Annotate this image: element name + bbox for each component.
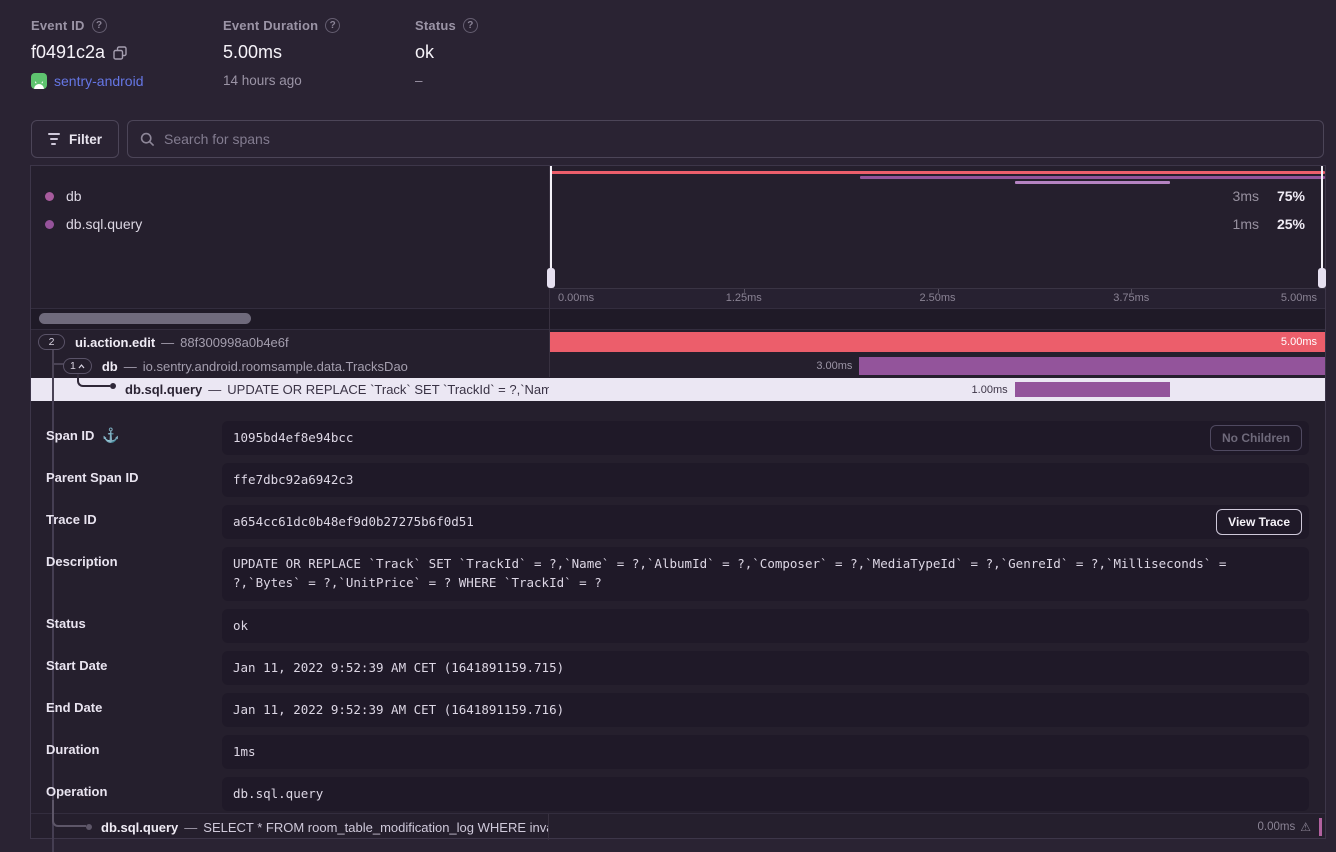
filter-icon bbox=[48, 133, 60, 145]
minimap-section: db 3ms 75% db.sql.query 1ms 25% bbox=[31, 166, 1325, 308]
anchor-icon[interactable]: ⚓ bbox=[102, 428, 119, 443]
horizontal-scrollbar[interactable] bbox=[39, 313, 251, 324]
minimap[interactable] bbox=[550, 166, 1325, 288]
minimap-span-line bbox=[860, 176, 1325, 179]
toolbar: Filter bbox=[31, 120, 1324, 158]
operation-value: db.sql.query bbox=[222, 777, 1309, 811]
span-bar bbox=[859, 357, 1325, 375]
filter-button[interactable]: Filter bbox=[31, 120, 119, 158]
status-value: ok bbox=[415, 42, 434, 63]
search-input[interactable] bbox=[164, 131, 1311, 147]
tree-bullet bbox=[110, 383, 116, 389]
detail-row-duration: Duration 1ms bbox=[46, 735, 1309, 769]
detail-row-status: Status ok bbox=[46, 609, 1309, 643]
axis-tick: 1.25ms bbox=[726, 292, 762, 304]
span-duration: 5.00ms bbox=[1281, 330, 1317, 354]
event-header: Event ID ? f0491c2a sentry-android bbox=[31, 18, 1325, 89]
span-search bbox=[127, 120, 1324, 158]
no-children-button: No Children bbox=[1210, 425, 1302, 451]
minimap-span-line bbox=[550, 171, 1325, 174]
warning-icon: ⚠ bbox=[1300, 820, 1311, 834]
detail-row-description: Description UPDATE OR REPLACE `Track` SE… bbox=[46, 547, 1309, 601]
trace-id-value: a654cc61dc0b48ef9d0b27275b6f0d51 View Tr… bbox=[222, 505, 1309, 539]
status-sub: – bbox=[415, 73, 423, 88]
zero-duration-bar bbox=[1319, 818, 1322, 836]
minimap-span-line bbox=[1015, 181, 1170, 184]
op-color-dot bbox=[45, 220, 54, 229]
event-id-label: Event ID bbox=[31, 18, 85, 33]
detail-row-span-id: Span ID ⚓ 1095bd4ef8e94bcc No Children bbox=[46, 421, 1309, 455]
event-id-value: f0491c2a bbox=[31, 42, 105, 63]
event-duration-value: 5.00ms bbox=[223, 42, 282, 63]
tree-elbow bbox=[52, 800, 86, 827]
span-tree: 2 ui.action.edit — 88f300998a0b4e6f 5.00… bbox=[31, 330, 1325, 401]
span-bar bbox=[1015, 382, 1170, 397]
event-duration-ago: 14 hours ago bbox=[223, 73, 302, 88]
end-date-value: Jan 11, 2022 9:52:39 AM CET (1641891159.… bbox=[222, 693, 1309, 727]
chevron-up-icon bbox=[78, 364, 85, 369]
detail-row-start-date: Start Date Jan 11, 2022 9:52:39 AM CET (… bbox=[46, 651, 1309, 685]
detail-row-parent-span-id: Parent Span ID ffe7dbc92a6942c3 bbox=[46, 463, 1309, 497]
status-label: Status bbox=[415, 18, 456, 33]
tree-bullet bbox=[86, 824, 92, 830]
help-icon[interactable]: ? bbox=[325, 18, 340, 33]
trace-waterfall-panel: db 3ms 75% db.sql.query 1ms 25% bbox=[30, 165, 1326, 839]
span-bar bbox=[549, 332, 1325, 352]
description-value: UPDATE OR REPLACE `Track` SET `TrackId` … bbox=[222, 547, 1309, 601]
span-details: Span ID ⚓ 1095bd4ef8e94bcc No Children P… bbox=[31, 401, 1325, 813]
parent-span-id-value: ffe7dbc92a6942c3 bbox=[222, 463, 1309, 497]
span-duration: 0.00ms ⚠ bbox=[1258, 814, 1311, 840]
duration-value: 1ms bbox=[222, 735, 1309, 769]
help-icon[interactable]: ? bbox=[92, 18, 107, 33]
status-block: Status ? ok – bbox=[415, 18, 478, 89]
span-id-value: 1095bd4ef8e94bcc No Children bbox=[222, 421, 1309, 455]
children-count-badge[interactable]: 2 bbox=[38, 334, 65, 350]
time-axis: 0.00ms 1.25ms 2.50ms 3.75ms 5.00ms bbox=[550, 288, 1325, 308]
span-row-ui-action-edit[interactable]: 2 ui.action.edit — 88f300998a0b4e6f 5.00… bbox=[31, 330, 1325, 354]
status-value-field: ok bbox=[222, 609, 1309, 643]
minimap-left-handle[interactable] bbox=[550, 166, 552, 288]
axis-tick: 2.50ms bbox=[919, 292, 955, 304]
project-link[interactable]: sentry-android bbox=[54, 73, 144, 89]
detail-row-trace-id: Trace ID a654cc61dc0b48ef9d0b27275b6f0d5… bbox=[46, 505, 1309, 539]
axis-tick: 0.00ms bbox=[558, 292, 594, 304]
minimap-right-handle[interactable] bbox=[1321, 166, 1323, 288]
scroll-strip bbox=[31, 308, 1325, 330]
copy-icon[interactable] bbox=[113, 46, 127, 60]
span-duration: 3.00ms bbox=[816, 354, 852, 378]
start-date-value: Jan 11, 2022 9:52:39 AM CET (1641891159.… bbox=[222, 651, 1309, 685]
detail-row-operation: Operation db.sql.query bbox=[46, 777, 1309, 811]
span-row-db-sql-query-selected[interactable]: db.sql.query — UPDATE OR REPLACE `Track`… bbox=[31, 378, 1325, 401]
axis-tick: 3.75ms bbox=[1113, 292, 1149, 304]
detail-row-end-date: End Date Jan 11, 2022 9:52:39 AM CET (16… bbox=[46, 693, 1309, 727]
event-duration-label: Event Duration bbox=[223, 18, 318, 33]
event-duration-block: Event Duration ? 5.00ms 14 hours ago bbox=[223, 18, 415, 89]
help-icon[interactable]: ? bbox=[463, 18, 478, 33]
span-detail-page: Event ID ? f0491c2a sentry-android bbox=[0, 0, 1336, 852]
event-id-block: Event ID ? f0491c2a sentry-android bbox=[31, 18, 223, 89]
search-icon bbox=[140, 132, 155, 147]
op-color-dot bbox=[45, 192, 54, 201]
span-row-db-sql-query-select[interactable]: db.sql.query — SELECT * FROM room_table_… bbox=[31, 813, 1325, 840]
span-row-db[interactable]: 1 db — io.sentry.android.roomsample.data… bbox=[31, 354, 1325, 378]
span-duration: 1.00ms bbox=[972, 378, 1008, 401]
children-count-badge[interactable]: 1 bbox=[63, 358, 92, 374]
view-trace-button[interactable]: View Trace bbox=[1216, 509, 1302, 535]
axis-tick: 5.00ms bbox=[1281, 292, 1317, 304]
tree-line bbox=[52, 345, 54, 401]
android-platform-icon bbox=[31, 73, 47, 89]
